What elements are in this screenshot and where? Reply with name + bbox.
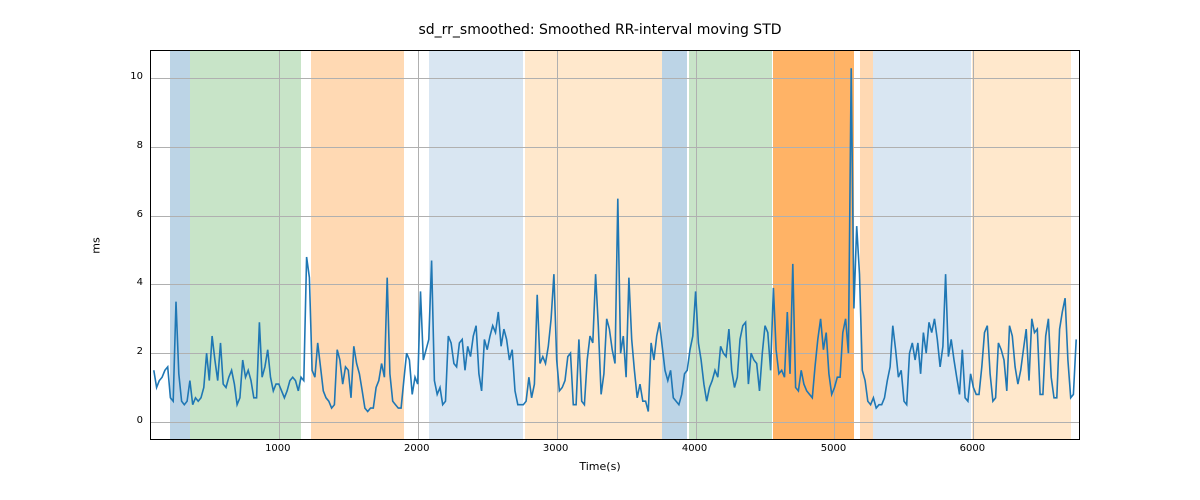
- x-tick-label: 6000: [942, 443, 1002, 454]
- plot-area: [150, 50, 1080, 440]
- y-tick-label: 6: [105, 209, 143, 220]
- x-axis-label: Time(s): [0, 460, 1200, 473]
- y-tick-label: 10: [105, 71, 143, 82]
- signal-line: [154, 68, 1076, 411]
- line-series: [151, 51, 1079, 439]
- x-tick-label: 3000: [526, 443, 586, 454]
- x-tick-label: 1000: [248, 443, 308, 454]
- x-tick-label: 5000: [803, 443, 863, 454]
- chart-title: sd_rr_smoothed: Smoothed RR-interval mov…: [0, 22, 1200, 38]
- y-tick-label: 2: [105, 346, 143, 357]
- figure: sd_rr_smoothed: Smoothed RR-interval mov…: [0, 0, 1200, 500]
- y-tick-label: 8: [105, 140, 143, 151]
- y-tick-label: 0: [105, 415, 143, 426]
- y-tick-label: 4: [105, 277, 143, 288]
- y-axis-label: ms: [88, 50, 104, 440]
- x-tick-label: 4000: [665, 443, 725, 454]
- x-tick-label: 2000: [387, 443, 447, 454]
